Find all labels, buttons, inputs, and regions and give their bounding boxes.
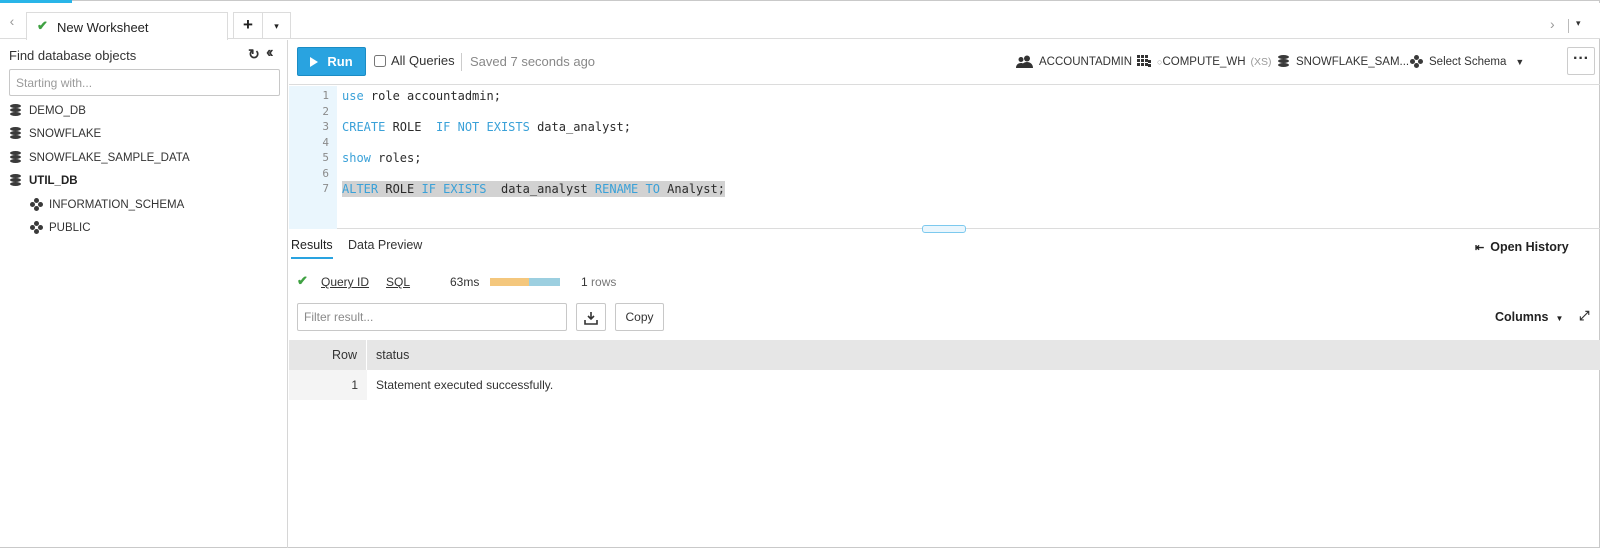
column-header-row[interactable]: Row (289, 340, 367, 370)
run-button[interactable]: Run (297, 47, 366, 76)
object-search-input[interactable] (9, 69, 280, 96)
copy-button[interactable]: Copy (615, 303, 664, 331)
collapse-panel-icon[interactable]: ‹‹ (266, 44, 273, 62)
sql-keyword: CREATE (342, 120, 386, 134)
database-icon (10, 127, 26, 141)
database-icon (10, 104, 26, 118)
scroll-tabs-right-icon[interactable]: › (1550, 16, 1555, 32)
code-line: 1 use role accountadmin; (322, 89, 501, 103)
warehouse-icon (1137, 55, 1151, 67)
role-selector[interactable]: ACCOUNTADMIN (1016, 55, 1132, 68)
query-stats: ✔ Query ID SQL 63ms 1 rows (289, 272, 1600, 294)
tree-item-snowflake-sample-data[interactable]: SNOWFLAKE_SAMPLE_DATA (10, 149, 190, 167)
schema-selector[interactable]: Select Schema ▼ (1410, 55, 1524, 69)
warehouse-selector[interactable]: ○ COMPUTE_WH (XS) (1137, 55, 1272, 68)
save-status: Saved 7 seconds ago (470, 54, 596, 69)
checkmark-icon: ✔ (37, 18, 48, 33)
table-row[interactable]: 1 Statement executed successfully. (289, 370, 1600, 400)
duration-bar (490, 278, 560, 286)
grid-header: Row status (289, 340, 1600, 370)
play-icon (310, 57, 319, 67)
filter-result-input[interactable] (297, 303, 567, 331)
database-icon (1278, 55, 1290, 68)
object-browser-title: Find database objects (9, 48, 137, 63)
sql-editor[interactable]: 1 use role accountadmin; 2 3 CREATE ROLE… (289, 86, 1600, 229)
sql-keyword: show (342, 151, 371, 165)
tree-item-snowflake[interactable]: SNOWFLAKE (10, 125, 101, 143)
results-toolbar: Copy Columns▼ ⤢ (289, 303, 1600, 333)
worksheet-toolbar: Run All Queries Saved 7 seconds ago ACCO… (289, 40, 1600, 85)
download-button[interactable] (576, 303, 606, 331)
tree-item-public[interactable]: PUBLIC (30, 219, 91, 237)
database-selector[interactable]: SNOWFLAKE_SAM... (1278, 55, 1409, 68)
scroll-tabs-left-icon[interactable]: ‹ (2, 11, 22, 31)
tab-new-worksheet[interactable]: ✔ New Worksheet (26, 12, 228, 40)
code-line: 2 (322, 105, 329, 118)
code-text: use role accountadmin; (342, 89, 501, 103)
database-icon (10, 174, 26, 188)
worksheet-dropdown-button[interactable]: ▾ (263, 12, 291, 39)
duration-bar-compile (490, 278, 529, 286)
query-id-link[interactable]: Query ID (321, 275, 369, 289)
sql-keyword: ALTER (342, 182, 379, 196)
sql-keyword: IF EXISTS (421, 182, 487, 196)
sql-keyword: use (342, 89, 364, 103)
sql-link[interactable]: SQL (386, 275, 410, 289)
all-queries-checkbox[interactable]: All Queries (374, 53, 455, 68)
schema-icon (30, 198, 46, 212)
code-text: ALTER ROLE IF EXISTS data_analyst RENAME… (342, 181, 725, 197)
tab-data-preview[interactable]: Data Preview (348, 238, 422, 257)
code-text: show roles; (342, 151, 422, 165)
divider (461, 53, 462, 71)
object-browser: Find database objects ↻ ‹‹ DEMO_DB SNOWF… (0, 40, 288, 548)
expand-icon[interactable]: ⤢ (1579, 308, 1589, 324)
columns-button[interactable]: Columns ▼ (1495, 310, 1563, 324)
tree-item-util-db[interactable]: UTIL_DB (10, 172, 78, 190)
code-text: CREATE ROLE IF NOT EXISTS data_analyst; (342, 120, 632, 134)
tab-results[interactable]: Results (291, 238, 333, 259)
sql-keyword: IF NOT EXISTS (435, 120, 530, 134)
refresh-icon[interactable]: ↻ (248, 46, 260, 63)
status-cell: Statement executed successfully. (376, 378, 554, 392)
code-line-selected: 7 ALTER ROLE IF EXISTS data_analyst RENA… (322, 181, 725, 197)
all-queries-input[interactable] (374, 54, 386, 67)
more-options-button[interactable]: ··· (1567, 47, 1595, 75)
row-count: 1 rows (581, 275, 617, 289)
add-worksheet-button[interactable]: + (233, 12, 263, 39)
schema-icon (1410, 55, 1424, 69)
worksheet-tab-bar: ‹ ✔ New Worksheet + ▾ › ▾ (0, 3, 1600, 40)
tabs-menu-icon[interactable]: ▾ (1576, 18, 1581, 29)
code-line: 6 (322, 167, 329, 180)
database-icon (10, 151, 26, 165)
arrow-left-icon: ⇤ (1475, 242, 1485, 254)
divider (1568, 19, 1569, 33)
users-icon (1016, 55, 1033, 68)
tree-item-demo-db[interactable]: DEMO_DB (10, 102, 86, 120)
success-check-icon: ✔ (297, 273, 308, 288)
schema-icon (30, 221, 46, 235)
sql-keyword: RENAME TO (594, 182, 660, 196)
app-window: ‹ ✔ New Worksheet + ▾ › ▾ Find database … (0, 0, 1600, 548)
chevron-down-icon: ▼ (1515, 57, 1525, 67)
top-border (72, 0, 1599, 1)
tab-label: New Worksheet (57, 20, 149, 35)
download-icon (584, 312, 598, 325)
row-number: 1 (289, 370, 367, 400)
results-tabs: Results Data Preview ⇤ Open History (289, 232, 1600, 260)
column-header-status[interactable]: status (376, 340, 409, 370)
chevron-down-icon: ▼ (1555, 314, 1564, 323)
code-line: 3 CREATE ROLE IF NOT EXISTS data_analyst… (322, 120, 632, 134)
open-history-button[interactable]: ⇤ Open History (1475, 240, 1569, 254)
code-line: 5 show roles; (322, 151, 422, 165)
code-line: 4 (322, 136, 329, 149)
tree-item-information-schema[interactable]: INFORMATION_SCHEMA (30, 196, 184, 214)
query-duration: 63ms (450, 275, 480, 289)
